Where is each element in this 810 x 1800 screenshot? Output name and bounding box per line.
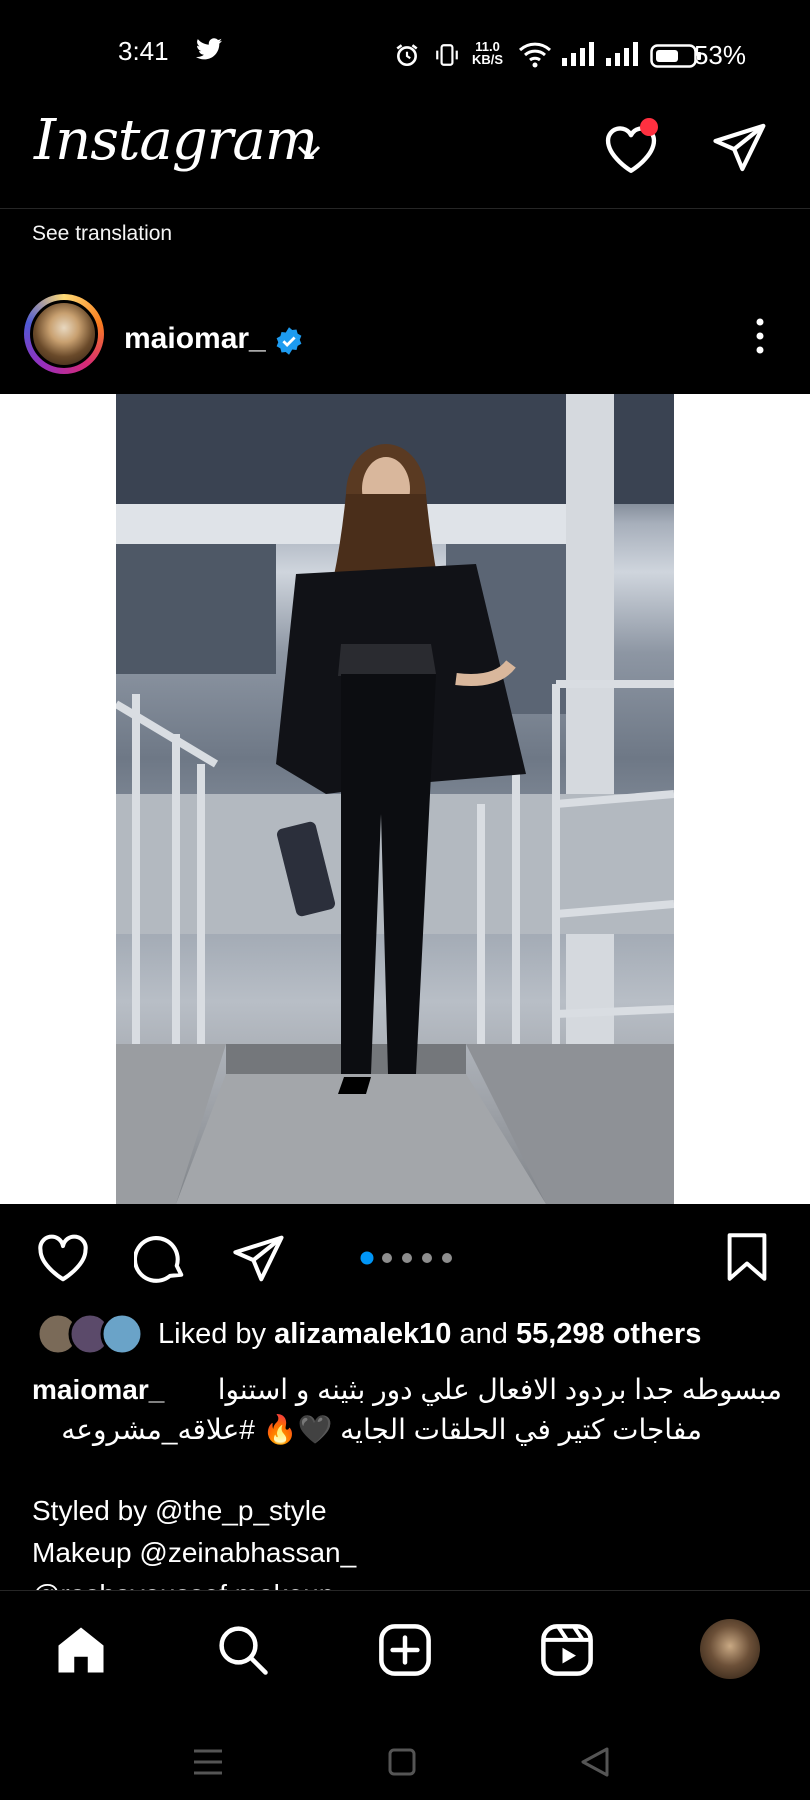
reels-icon[interactable] — [540, 1623, 594, 1677]
post-photo — [116, 394, 674, 1204]
signal-icon-2 — [606, 42, 640, 66]
post-username[interactable]: maiomar_ — [124, 322, 266, 356]
caption-line-1: مبسوطه جدا بردود الافعال علي دور بثينه و… — [217, 1374, 782, 1405]
chevron-down-icon[interactable] — [296, 144, 322, 160]
likes-prefix: Liked by — [158, 1318, 275, 1350]
carousel-indicator — [360, 1250, 456, 1266]
system-navigation-bar — [0, 1706, 810, 1800]
home-square-icon[interactable] — [388, 1748, 416, 1776]
like-heart-icon[interactable] — [36, 1234, 90, 1284]
likes-summary[interactable]: Liked by alizamalek10 and 55,298 others — [158, 1318, 701, 1351]
likers-avatars[interactable] — [36, 1312, 144, 1356]
notification-dot — [640, 118, 658, 136]
back-icon[interactable] — [580, 1746, 610, 1778]
alarm-icon — [394, 42, 420, 68]
status-bar: 3:41 11.0 KB/S 53% — [0, 0, 810, 100]
share-icon[interactable] — [232, 1232, 286, 1286]
bottom-navigation — [0, 1590, 810, 1707]
status-icons: 11.0 KB/S 53% — [330, 34, 810, 74]
save-bookmark-icon[interactable] — [724, 1232, 770, 1282]
menu-icon[interactable] — [192, 1748, 224, 1776]
create-icon[interactable] — [378, 1623, 432, 1677]
home-icon[interactable] — [54, 1623, 108, 1677]
profile-avatar[interactable] — [700, 1619, 760, 1679]
verified-badge-icon — [274, 326, 304, 356]
see-translation-link[interactable]: See translation — [32, 222, 172, 246]
post-caption: maiomar_ مبسوطه جدا بردود الافعال علي دو… — [32, 1370, 782, 1450]
battery-percent: 53% — [693, 40, 746, 70]
likes-middle: and — [451, 1318, 516, 1350]
liker-username[interactable]: alizamalek10 — [274, 1318, 451, 1350]
post-author-avatar[interactable] — [30, 300, 98, 368]
status-time: 3:41 — [118, 36, 169, 66]
caption-username[interactable]: maiomar_ — [32, 1370, 164, 1410]
signal-icon — [562, 42, 596, 66]
more-options-icon[interactable] — [748, 316, 772, 356]
caption-credits: Styled by @the_p_style Makeup @zeinabhas… — [32, 1490, 356, 1596]
post-media[interactable] — [0, 394, 810, 1204]
vibrate-icon — [434, 42, 460, 68]
comment-icon[interactable] — [134, 1232, 188, 1286]
instagram-logo[interactable]: Instagram — [34, 108, 318, 173]
network-speed: 11.0 KB/S — [472, 40, 503, 66]
network-speed-unit: KB/S — [472, 52, 504, 67]
app-header: Instagram — [0, 100, 810, 209]
twitter-icon — [196, 38, 222, 60]
post-actions-bar — [0, 1204, 810, 1308]
likes-others[interactable]: 55,298 others — [516, 1318, 701, 1350]
direct-messages-icon[interactable] — [712, 120, 768, 176]
search-icon[interactable] — [216, 1623, 270, 1677]
caption-line-2: مفاجات كتير في الحلقات الجايه 🖤🔥 #علاقه_… — [61, 1414, 702, 1445]
makeup-line[interactable]: Makeup @zeinabhassan_ — [32, 1532, 356, 1574]
wifi-icon — [518, 40, 552, 68]
styled-by-line[interactable]: Styled by @the_p_style — [32, 1490, 356, 1532]
